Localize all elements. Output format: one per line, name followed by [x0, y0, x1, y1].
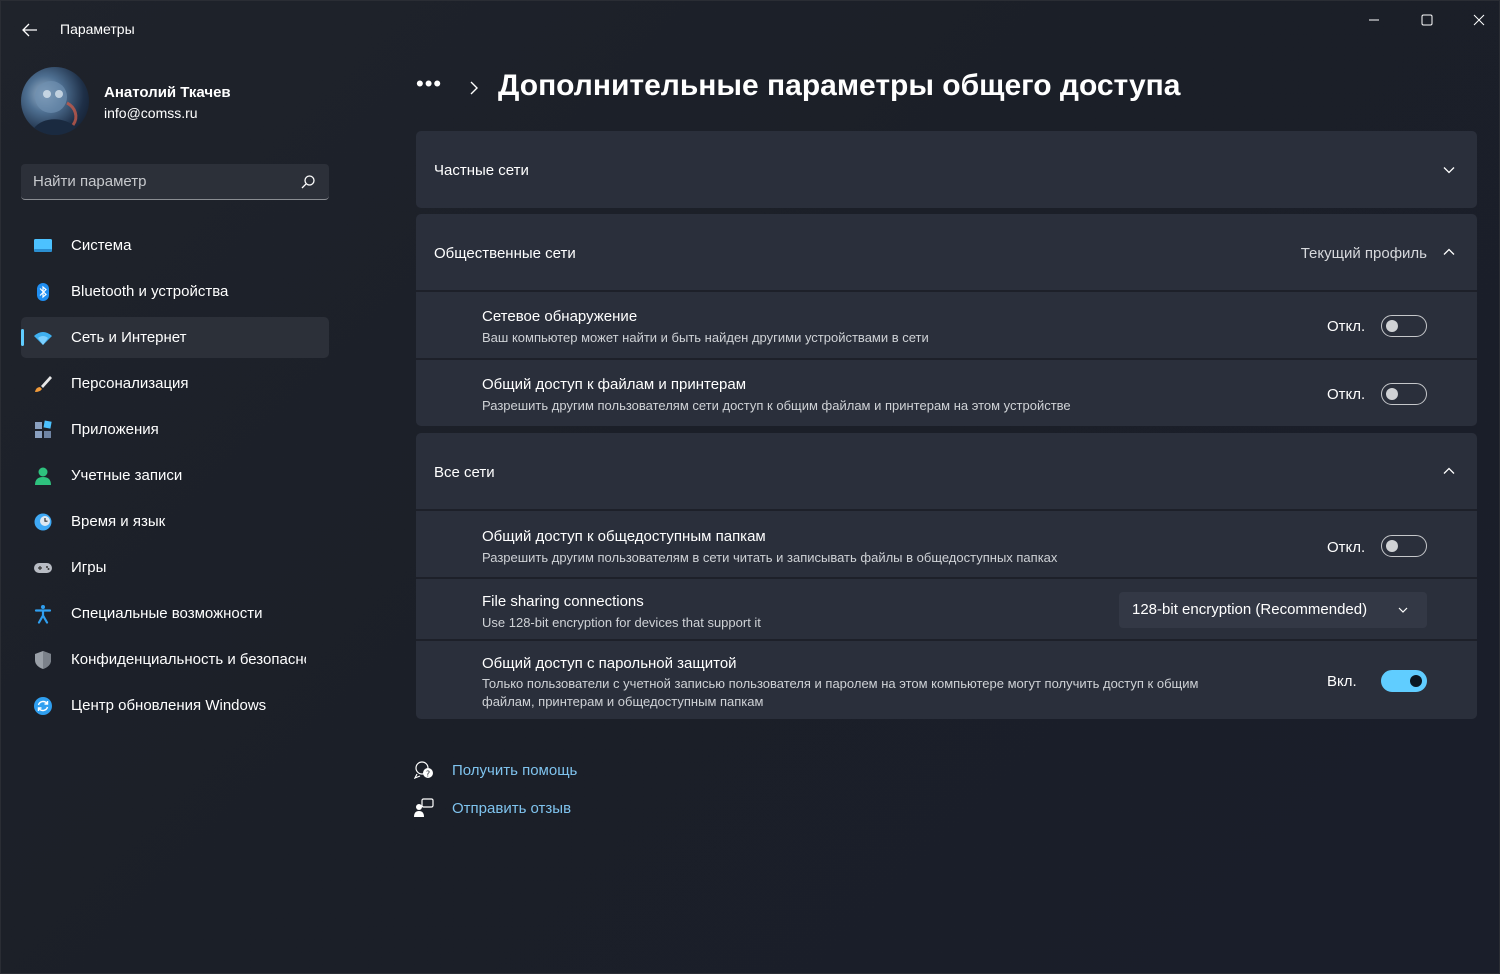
setting-title: File sharing connections — [482, 593, 644, 610]
gamepad-icon — [34, 563, 52, 573]
network-discovery-toggle[interactable] — [1381, 315, 1427, 337]
setting-title: Общий доступ с парольной защитой — [482, 655, 737, 672]
search-input[interactable] — [21, 164, 291, 199]
app-title: Параметры — [60, 21, 135, 37]
toggle-state-label: Вкл. — [1327, 673, 1357, 690]
sidebar-item-time-language[interactable]: Время и язык — [21, 501, 329, 542]
breadcrumb-more-button[interactable]: ••• — [416, 71, 442, 97]
setting-row-file-printer-sharing: Общий доступ к файлам и принтерам Разреш… — [416, 358, 1477, 426]
breadcrumb-chevron-icon — [470, 81, 478, 95]
setting-row-password-protected-sharing: Общий доступ с парольной защитой Только … — [416, 639, 1477, 719]
setting-row-public-folder-sharing: Общий доступ к общедоступным папкам Разр… — [416, 509, 1477, 577]
section-title: Все сети — [434, 464, 495, 481]
user-icon — [35, 467, 51, 485]
send-feedback-link[interactable]: Отправить отзыв — [452, 800, 571, 817]
user-name: Анатолий Ткачев — [104, 84, 231, 101]
maximize-icon — [1421, 14, 1433, 26]
maximize-button[interactable] — [1404, 5, 1450, 35]
svg-text:?: ? — [426, 770, 430, 779]
public-networks-header[interactable]: Общественные сети Текущий профиль — [416, 214, 1477, 291]
setting-title: Общий доступ к общедоступным папкам — [482, 528, 766, 545]
apps-icon — [35, 420, 52, 438]
help-icon: ? — [414, 761, 433, 780]
setting-description: Разрешить другим пользователям в сети чи… — [482, 550, 1058, 565]
minimize-button[interactable] — [1351, 5, 1397, 35]
sidebar-nav: Система Bluetooth и устройства Сеть и Ин… — [21, 225, 329, 731]
setting-title: Общий доступ к файлам и принтерам — [482, 376, 747, 393]
sidebar-item-label: Bluetooth и устройства — [71, 283, 229, 300]
all-networks-card: Все сети Общий доступ к общедоступным па… — [416, 433, 1477, 719]
public-networks-card: Общественные сети Текущий профиль Сетево… — [416, 214, 1477, 426]
setting-description: Ваш компьютер может найти и быть найден … — [482, 330, 929, 345]
update-icon — [34, 697, 52, 715]
sidebar-item-label: Игры — [71, 559, 107, 576]
user-email: info@comss.ru — [104, 105, 198, 121]
close-button[interactable] — [1456, 5, 1500, 35]
sidebar-item-personalization[interactable]: Персонализация — [21, 363, 329, 404]
search-icon[interactable] — [299, 173, 317, 191]
sidebar-item-label: Учетные записи — [71, 467, 183, 484]
sidebar-item-apps[interactable]: Приложения — [21, 409, 329, 450]
feedback-icon — [414, 798, 434, 817]
chevron-up-icon[interactable] — [1442, 464, 1456, 478]
setting-row-network-discovery: Сетевое обнаружение Ваш компьютер может … — [416, 290, 1477, 358]
system-icon — [34, 239, 52, 252]
sidebar-item-label: Время и язык — [71, 513, 166, 530]
sidebar-item-label: Специальные возможности — [71, 605, 263, 622]
shield-icon — [35, 651, 51, 669]
get-help-link[interactable]: Получить помощь — [452, 762, 577, 779]
public-folder-sharing-toggle[interactable] — [1381, 535, 1427, 557]
bluetooth-icon — [37, 283, 49, 301]
sidebar-item-label: Персонализация — [71, 375, 189, 392]
chevron-up-icon[interactable] — [1442, 245, 1456, 259]
avatar[interactable] — [21, 67, 89, 135]
file-printer-sharing-toggle[interactable] — [1381, 383, 1427, 405]
setting-title: Сетевое обнаружение — [482, 308, 638, 325]
toggle-state-label: Откл. — [1327, 318, 1366, 335]
sidebar-item-label: Сеть и Интернет — [71, 329, 187, 346]
private-networks-card: Частные сети — [416, 131, 1477, 208]
sidebar-item-windows-update[interactable]: Центр обновления Windows — [21, 685, 329, 726]
encryption-dropdown[interactable]: 128-bit encryption (Recommended) — [1119, 592, 1427, 628]
dropdown-value: 128-bit encryption (Recommended) — [1132, 601, 1368, 618]
sidebar-item-privacy[interactable]: Конфиденциальность и безопасность — [21, 639, 329, 680]
minimize-icon — [1369, 19, 1379, 21]
sidebar-item-accessibility[interactable]: Специальные возможности — [21, 593, 329, 634]
setting-description: Только пользователи с учетной записью по… — [482, 676, 1199, 709]
sidebar-item-bluetooth[interactable]: Bluetooth и устройства — [21, 271, 329, 312]
search-box[interactable] — [21, 164, 329, 200]
avatar-image — [31, 81, 81, 135]
setting-description: Разрешить другим пользователям сети дост… — [482, 398, 1071, 413]
sidebar-item-label: Конфиденциальность и безопасность — [71, 651, 306, 668]
password-protected-sharing-toggle[interactable] — [1381, 670, 1427, 692]
page-title: Дополнительные параметры общего доступа — [498, 69, 1181, 102]
clock-globe-icon — [34, 513, 52, 531]
section-title: Частные сети — [434, 162, 529, 179]
current-profile-note: Текущий профиль — [1300, 245, 1427, 262]
back-arrow-icon — [22, 23, 37, 37]
wifi-icon — [34, 332, 52, 345]
accessibility-icon — [34, 605, 52, 624]
sidebar-item-system[interactable]: Система — [21, 225, 329, 266]
chevron-down-icon — [1398, 607, 1408, 613]
settings-window: Параметры Анатолий Ткачев info@comss.ru — [0, 0, 1500, 974]
sidebar-item-label: Приложения — [71, 421, 159, 438]
brush-icon — [35, 376, 52, 392]
sidebar-item-accounts[interactable]: Учетные записи — [21, 455, 329, 496]
toggle-state-label: Откл. — [1327, 539, 1366, 556]
title-bar: Параметры — [1, 1, 1500, 57]
sidebar-item-network[interactable]: Сеть и Интернет — [21, 317, 329, 358]
all-networks-header[interactable]: Все сети — [416, 433, 1477, 510]
back-button[interactable] — [15, 17, 45, 43]
setting-row-file-sharing-connections: File sharing connections Use 128-bit enc… — [416, 577, 1477, 639]
chevron-down-icon[interactable] — [1442, 163, 1456, 177]
private-networks-header[interactable]: Частные сети — [416, 131, 1477, 208]
section-title: Общественные сети — [434, 245, 576, 262]
toggle-state-label: Откл. — [1327, 386, 1366, 403]
sidebar-item-label: Центр обновления Windows — [71, 697, 267, 714]
sidebar-item-games[interactable]: Игры — [21, 547, 329, 588]
close-icon — [1473, 14, 1485, 26]
sidebar-item-label: Система — [71, 237, 132, 254]
